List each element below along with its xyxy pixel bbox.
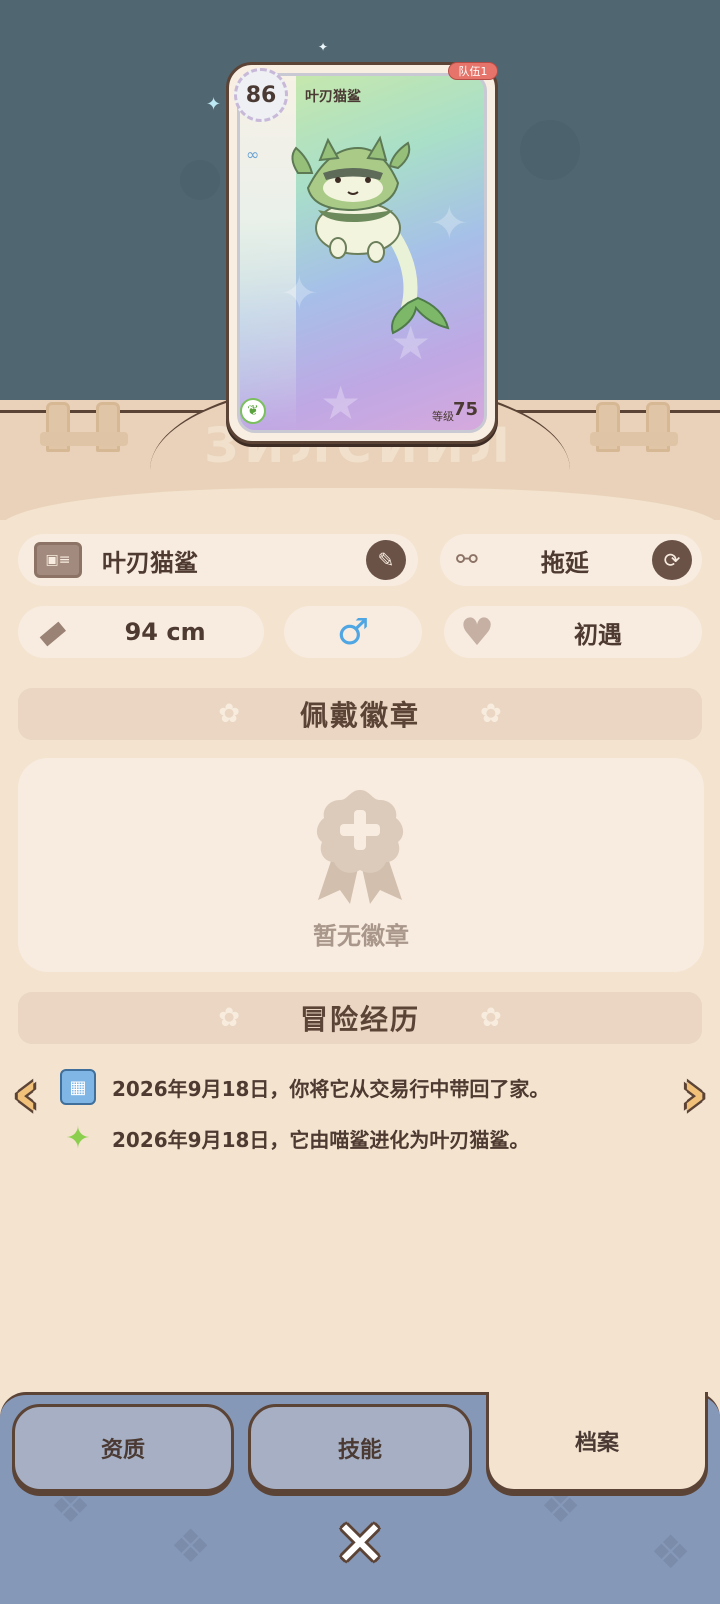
fence-rail: [590, 432, 678, 446]
tab-aptitude[interactable]: 资质: [12, 1404, 234, 1492]
edit-name-button[interactable]: ✎: [366, 540, 406, 580]
ruler-icon: ▬: [27, 607, 75, 657]
badge-panel[interactable]: 暂无徽章: [18, 758, 704, 972]
leaf-element-icon: ❦: [240, 398, 266, 424]
history-section-header: ✿ 冒险经历 ✿: [18, 992, 702, 1044]
molecule-icon: ⚯: [456, 545, 478, 575]
refresh-icon: ⟳: [663, 548, 681, 572]
id-card-icon: ▣≡: [34, 542, 82, 578]
paw-print-icon: ❖: [170, 1519, 212, 1573]
paw-print-icon: ❖: [650, 1525, 692, 1579]
close-icon: ✕: [334, 1507, 386, 1580]
flower-deco-icon: ✿: [480, 1003, 502, 1033]
edit-icon: ✎: [377, 548, 395, 572]
level-value: 75: [453, 399, 479, 420]
prev-page-arrow[interactable]: ‹: [0, 1058, 52, 1130]
tab-profile[interactable]: 档案: [486, 1392, 708, 1492]
badge-section-header: ✿ 佩戴徽章 ✿: [18, 688, 702, 740]
link-icon: ∞: [246, 145, 260, 164]
team-badge: 队伍1: [448, 62, 498, 80]
badge-section-title: 佩戴徽章: [299, 699, 420, 732]
level-label: 等级: [432, 410, 454, 423]
next-page-arrow[interactable]: ›: [668, 1058, 720, 1130]
close-button[interactable]: ✕: [332, 1507, 388, 1580]
vending-machine-icon: ▦: [60, 1069, 96, 1105]
pet-creature-illustration: [291, 135, 450, 335]
male-gender-icon: ♂: [336, 611, 370, 653]
sparkle-icon: ✦: [206, 94, 222, 115]
personality-value: 拖延: [540, 548, 589, 577]
relationship-row: ♥ 初遇: [444, 606, 702, 658]
add-badge-icon[interactable]: [310, 788, 410, 906]
history-item: ▦ 2026年9月18日，你将它从交易行中带回了家。: [60, 1065, 549, 1109]
sparkle-icon: ✦: [318, 40, 329, 54]
reroll-personality-button[interactable]: ⟳: [652, 540, 692, 580]
history-section-title: 冒险经历: [299, 1003, 420, 1036]
height-value: 94 cm: [124, 618, 206, 646]
pet-name-row: ▣≡ 叶刃猫鲨 ✎: [18, 534, 418, 586]
personality-row: ⚯ 拖延 ⟳: [440, 534, 702, 586]
rating-badge: 86: [234, 68, 288, 122]
history-text: 2026年9月18日，你将它从交易行中带回了家。: [112, 1076, 550, 1101]
flower-deco-icon: ✿: [480, 699, 502, 729]
flower-deco-icon: ✿: [218, 1003, 240, 1033]
tab-skills[interactable]: 技能: [248, 1404, 472, 1492]
history-text: 2026年9月18日，它由喵鲨进化为叶刃猫鲨。: [112, 1127, 530, 1152]
pet-name-value: 叶刃猫鲨: [102, 548, 198, 577]
fence-rail: [40, 432, 128, 446]
gender-row: ♂: [284, 606, 422, 658]
height-row: ▬ 94 cm: [18, 606, 264, 658]
history-item: ✦ 2026年9月18日，它由喵鲨进化为叶刃猫鲨。: [60, 1116, 529, 1160]
heart-icon: ♥: [460, 610, 495, 654]
evolve-star-icon: ✦: [65, 1120, 91, 1156]
no-badge-text: 暂无徽章: [313, 922, 409, 950]
card-pet-name: 叶刃猫鲨: [305, 89, 361, 105]
relationship-value: 初遇: [574, 620, 623, 649]
flower-deco-icon: ✿: [218, 699, 240, 729]
